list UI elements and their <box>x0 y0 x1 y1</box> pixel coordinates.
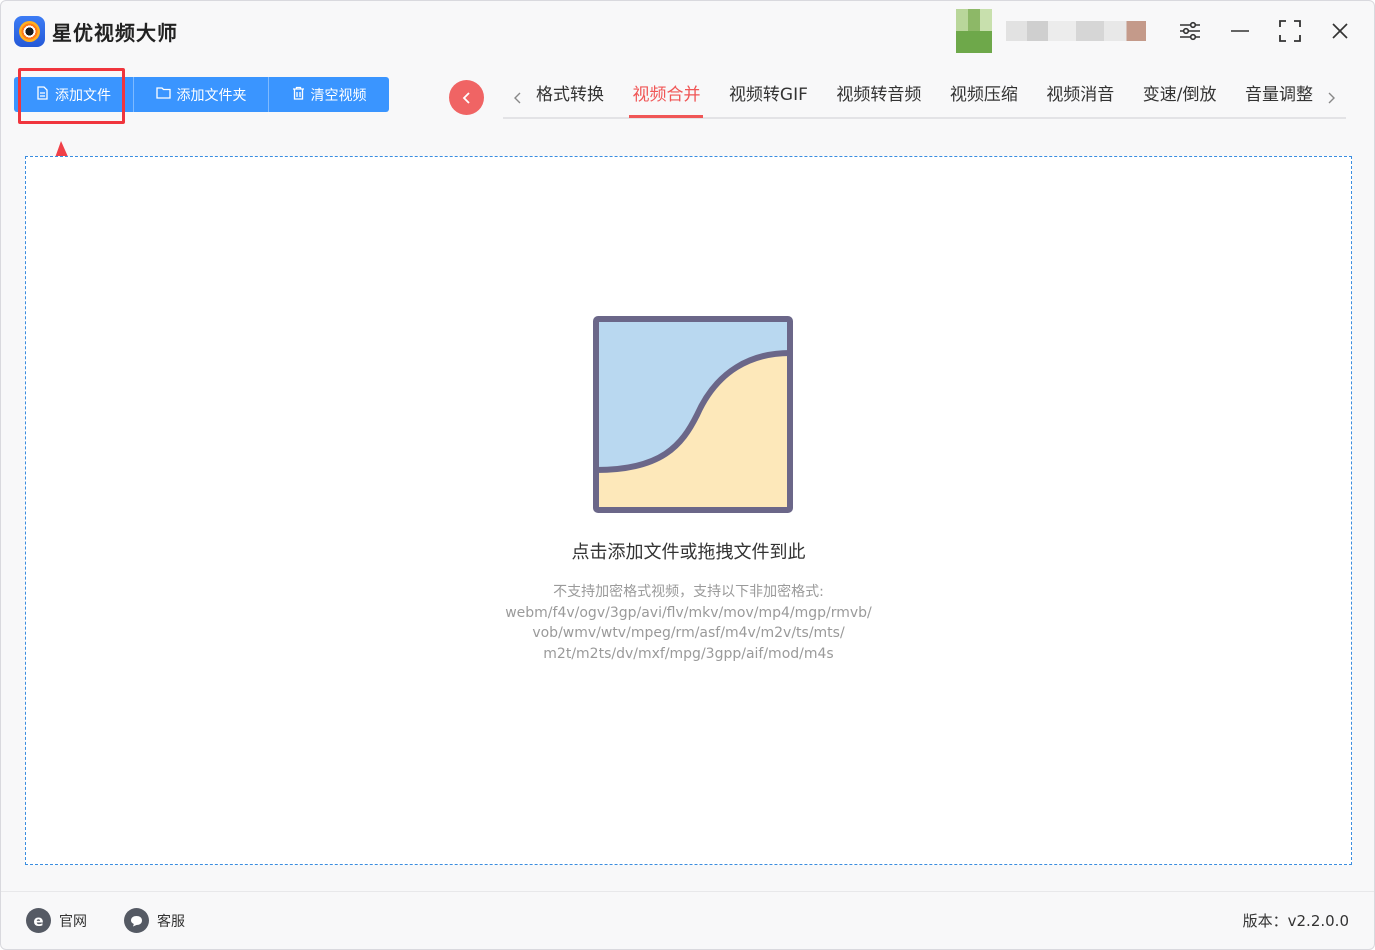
title-bar: 星优视频大师 <box>1 1 1374 61</box>
maximize-icon[interactable] <box>1277 18 1303 44</box>
close-icon[interactable] <box>1327 18 1353 44</box>
note-line: vob/wmv/wtv/mpeg/rm/asf/m4v/m2v/ts/mts/ <box>532 625 845 641</box>
image-placeholder-icon <box>593 316 793 513</box>
supported-formats-note: 不支持加密格式视频，支持以下非加密格式: webm/f4v/ogv/3gp/av… <box>26 582 1351 664</box>
settings-sliders-icon[interactable] <box>1177 18 1203 44</box>
clear-videos-button[interactable]: 清空视频 <box>269 77 389 112</box>
file-icon <box>36 85 49 104</box>
toolbar: 添加文件 添加文件夹 清空视频 <box>14 77 389 112</box>
browser-e-icon: e <box>26 908 51 933</box>
function-tabs: 格式转换 视频合并 视频转GIF 视频转音频 视频压缩 视频消音 变速/倒放 音… <box>533 78 1316 118</box>
website-label: 官网 <box>59 913 87 930</box>
back-button[interactable] <box>449 80 484 115</box>
customer-service-link[interactable]: 客服 <box>124 908 185 933</box>
app-logo-icon <box>14 16 45 47</box>
version-label: 版本：v2.2.0.0 <box>1242 912 1349 930</box>
note-line: 不支持加密格式视频，支持以下非加密格式: <box>553 584 824 600</box>
tabs-scroll-right-icon[interactable] <box>1316 79 1346 117</box>
tab-video-compress[interactable]: 视频压缩 <box>947 78 1021 118</box>
add-file-button[interactable]: 添加文件 <box>14 77 134 112</box>
app-title: 星优视频大师 <box>52 21 178 45</box>
user-name-blurred <box>1006 21 1146 41</box>
tab-strip: 格式转换 视频合并 视频转GIF 视频转音频 视频压缩 视频消音 变速/倒放 音… <box>503 79 1346 119</box>
footer-divider <box>1 891 1374 892</box>
tab-video-mute[interactable]: 视频消音 <box>1043 78 1117 118</box>
website-link[interactable]: e 官网 <box>26 908 87 933</box>
chat-bubble-icon <box>124 908 149 933</box>
folder-icon <box>155 86 171 103</box>
file-drop-zone[interactable]: 点击添加文件或拖拽文件到此 不支持加密格式视频，支持以下非加密格式: webm/… <box>25 156 1352 865</box>
tab-video-to-audio[interactable]: 视频转音频 <box>833 78 924 118</box>
add-folder-label: 添加文件夹 <box>176 87 247 104</box>
add-folder-button[interactable]: 添加文件夹 <box>134 77 269 112</box>
note-line: m2t/m2ts/dv/mxf/mpg/3gpp/aif/mod/m4s <box>543 645 834 662</box>
tab-video-merge[interactable]: 视频合并 <box>629 78 704 118</box>
tab-volume-adjust[interactable]: 音量调整 <box>1242 78 1316 118</box>
tab-video-to-gif[interactable]: 视频转GIF <box>726 78 811 118</box>
avatar <box>956 9 992 53</box>
drop-zone-title: 点击添加文件或拖拽文件到此 <box>571 542 806 563</box>
user-account[interactable] <box>956 9 1151 53</box>
add-file-label: 添加文件 <box>55 87 111 104</box>
trash-icon <box>292 86 305 104</box>
note-line: webm/f4v/ogv/3gp/avi/flv/mkv/mov/mp4/mgp… <box>505 604 872 621</box>
service-label: 客服 <box>157 913 185 930</box>
tab-format-convert[interactable]: 格式转换 <box>533 78 607 118</box>
app-window: 星优视频大师 添加文件 添加文件夹 清空视频 格式转换 视频合并 视频转GIF … <box>0 0 1375 950</box>
clear-videos-label: 清空视频 <box>310 87 367 104</box>
tab-speed-reverse[interactable]: 变速/倒放 <box>1140 78 1220 118</box>
tabs-scroll-left-icon[interactable] <box>503 79 533 117</box>
minimize-icon[interactable] <box>1227 18 1253 44</box>
chevron-left-icon <box>462 91 470 104</box>
